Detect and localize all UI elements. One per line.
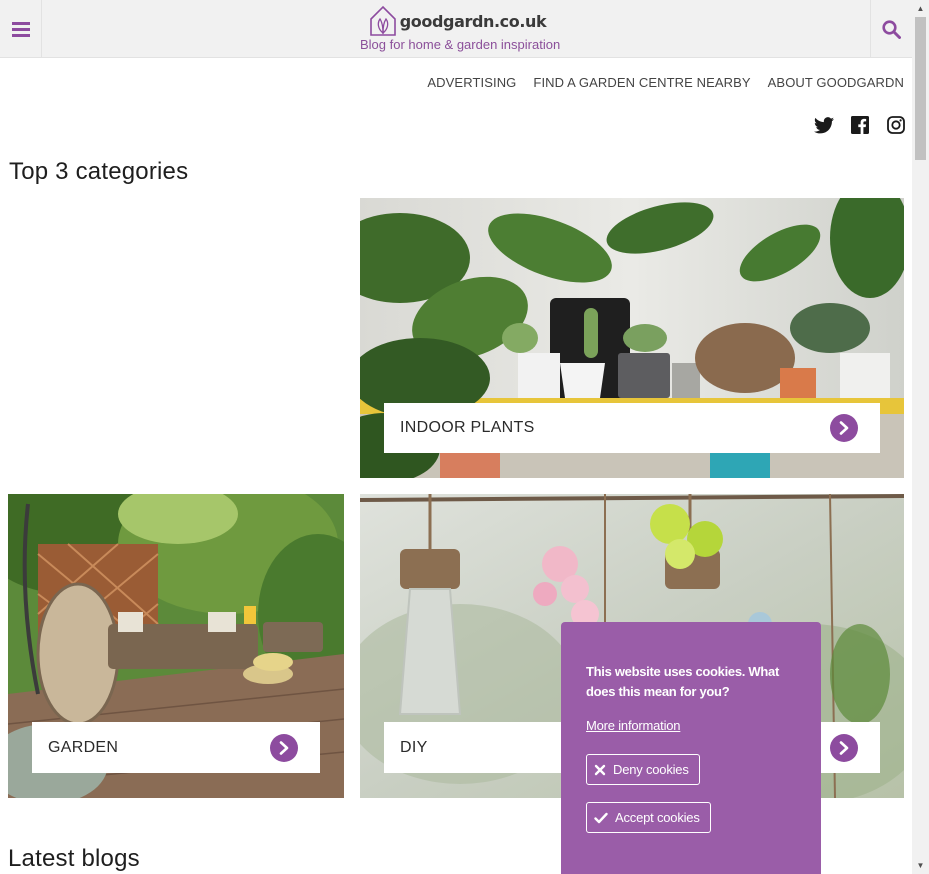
scroll-thumb[interactable] bbox=[915, 17, 926, 160]
checkmark-icon bbox=[594, 812, 608, 823]
house-leaf-icon bbox=[369, 5, 396, 36]
social-links bbox=[814, 115, 906, 135]
scroll-down-arrow-icon[interactable]: ▼ bbox=[912, 857, 929, 874]
close-icon bbox=[594, 764, 606, 775]
facebook-icon[interactable] bbox=[850, 115, 870, 135]
nav-find-garden-centre[interactable]: FIND A GARDEN CENTRE NEARBY bbox=[533, 75, 750, 90]
category-label-bar[interactable]: GARDEN bbox=[32, 722, 320, 773]
category-label-bar[interactable]: INDOOR PLANTS bbox=[384, 403, 880, 453]
nav-about[interactable]: ABOUT GOODGARDN bbox=[768, 75, 904, 90]
hamburger-icon bbox=[11, 21, 30, 37]
instagram-icon[interactable] bbox=[886, 115, 906, 135]
accept-cookies-label: Accept cookies bbox=[615, 810, 700, 825]
category-tile-garden[interactable]: GARDEN bbox=[8, 494, 344, 798]
chevron-right-icon[interactable] bbox=[830, 733, 858, 762]
scroll-up-arrow-icon[interactable]: ▲ bbox=[912, 0, 929, 17]
search-icon bbox=[882, 19, 901, 39]
logo-text: goodgardn.co.uk bbox=[399, 11, 547, 31]
category-label: INDOOR PLANTS bbox=[400, 419, 535, 436]
deny-cookies-label: Deny cookies bbox=[613, 762, 689, 777]
section-title-top-categories: Top 3 categories bbox=[9, 158, 189, 185]
page-scrollbar[interactable]: ▲ ▼ bbox=[912, 0, 929, 874]
site-header: goodgardn.co.uk Blog for home & garden i… bbox=[0, 0, 912, 58]
more-information-link[interactable]: More information bbox=[586, 718, 681, 733]
chevron-right-icon[interactable] bbox=[270, 733, 298, 762]
chevron-right-icon[interactable] bbox=[830, 414, 858, 442]
twitter-icon[interactable] bbox=[814, 115, 834, 135]
top-navigation: ADVERTISING FIND A GARDEN CENTRE NEARBY … bbox=[427, 75, 904, 90]
category-label: DIY bbox=[400, 738, 428, 756]
cookie-consent-popup: This website uses cookies. What does thi… bbox=[561, 622, 821, 874]
site-logo[interactable]: goodgardn.co.uk Blog for home & garden i… bbox=[360, 5, 561, 55]
category-tile-indoor-plants[interactable]: INDOOR PLANTS bbox=[360, 198, 904, 478]
deny-cookies-button[interactable]: Deny cookies bbox=[586, 754, 700, 785]
search-button[interactable] bbox=[870, 0, 912, 58]
accept-cookies-button[interactable]: Accept cookies bbox=[586, 802, 711, 833]
menu-button[interactable] bbox=[0, 0, 42, 58]
tagline: Blog for home & garden inspiration bbox=[360, 37, 561, 52]
section-title-latest-blogs: Latest blogs bbox=[8, 845, 140, 872]
category-label: GARDEN bbox=[48, 738, 119, 756]
cookie-title: This website uses cookies. What does thi… bbox=[586, 664, 779, 699]
nav-advertising[interactable]: ADVERTISING bbox=[427, 75, 516, 90]
